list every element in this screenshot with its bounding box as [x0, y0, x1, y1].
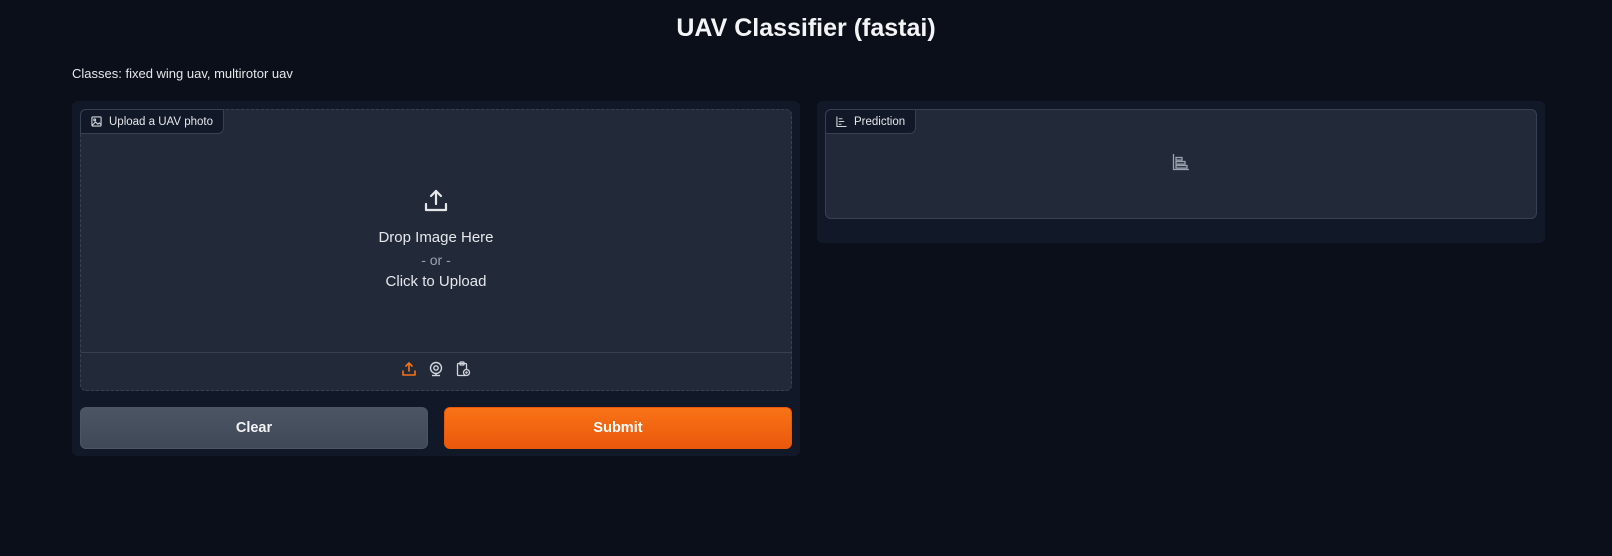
submit-button[interactable]: Submit: [444, 407, 792, 449]
prediction-empty-state: [826, 110, 1536, 218]
click-to-upload-text: Click to Upload: [385, 273, 487, 290]
bar-chart-icon: [1172, 153, 1190, 176]
upload-source-button[interactable]: [400, 361, 418, 382]
drop-or-text: - or -: [421, 252, 451, 268]
image-upload-block: Upload a UAV photo Drop Image Here - or …: [80, 109, 792, 391]
output-panel: Prediction: [817, 101, 1545, 243]
prediction-block: Prediction: [825, 109, 1537, 219]
clear-button[interactable]: Clear: [80, 407, 428, 449]
upload-block-label: Upload a UAV photo: [80, 109, 224, 134]
upload-icon: [423, 188, 449, 219]
source-selector: [81, 352, 791, 390]
clipboard-icon: [455, 361, 471, 382]
page-title: UAV Classifier (fastai): [676, 14, 936, 42]
clipboard-source-button[interactable]: [454, 361, 472, 382]
upload-label-text: Upload a UAV photo: [109, 115, 213, 128]
image-icon: [91, 116, 102, 127]
upload-icon: [401, 361, 417, 382]
image-drop-zone[interactable]: Drop Image Here - or - Click to Upload: [81, 135, 791, 343]
webcam-icon: [428, 361, 444, 382]
input-panel: Upload a UAV photo Drop Image Here - or …: [72, 101, 800, 456]
classes-description: Classes: fixed wing uav, multirotor uav: [72, 66, 293, 81]
webcam-source-button[interactable]: [427, 361, 445, 382]
drop-title: Drop Image Here: [378, 229, 494, 246]
